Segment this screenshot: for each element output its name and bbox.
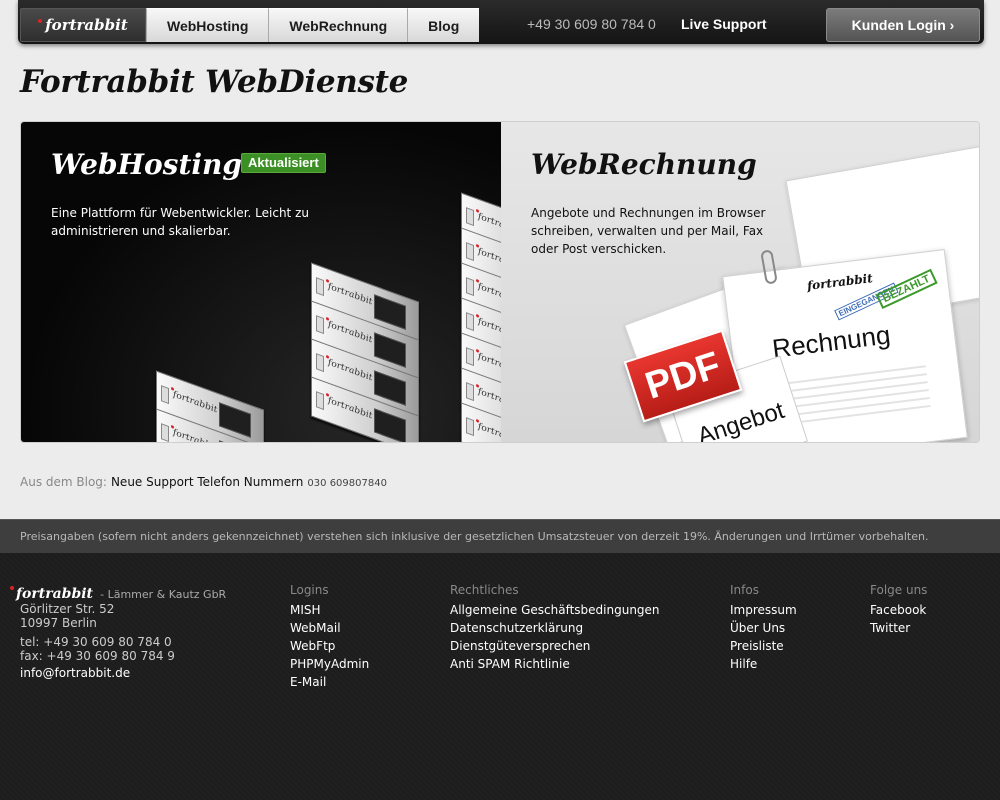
- logins-heading: Logins: [290, 583, 329, 597]
- facebook-link[interactable]: Facebook: [870, 601, 927, 619]
- logo-dot-icon: [10, 586, 14, 590]
- webrechnung-description: Angebote und Rechnungen im Browser schre…: [531, 206, 766, 256]
- invoice-logo: fortrabbit: [806, 271, 874, 294]
- tab-blog[interactable]: Blog: [407, 8, 480, 42]
- server-label: fortrabbit: [478, 351, 501, 378]
- webrechnung-panel[interactable]: WebRechnung Angebote und Rechnungen im B…: [501, 122, 979, 442]
- server-label: fortrabbit: [328, 319, 373, 346]
- login-webftp-link[interactable]: WebFtp: [290, 637, 369, 655]
- anti-spam-link[interactable]: Anti SPAM Richtlinie: [450, 655, 660, 673]
- server-label: fortrabbit: [328, 395, 373, 422]
- logo-text: fortrabbit: [45, 16, 128, 34]
- about-link[interactable]: Über Uns: [730, 619, 797, 637]
- privacy-link[interactable]: Datenschutzerklärung: [450, 619, 660, 637]
- footer-infos: Infos Impressum Über Uns Preisliste Hilf…: [730, 583, 797, 673]
- city: 10997 Berlin: [20, 616, 97, 630]
- invoice-word: Rechnung: [770, 319, 892, 364]
- help-link[interactable]: Hilfe: [730, 655, 797, 673]
- webrechnung-title: WebRechnung: [531, 148, 757, 181]
- twitter-link[interactable]: Twitter: [870, 619, 927, 637]
- social-heading: Folge uns: [870, 583, 928, 597]
- login-webmail-link[interactable]: WebMail: [290, 619, 369, 637]
- webhosting-title: WebHosting: [51, 148, 242, 181]
- server-label: fortrabbit: [478, 211, 501, 238]
- company-info: fortrabbit - Lämmer & Kautz GbR Görlitze…: [10, 583, 226, 680]
- footer-brand-text: fortrabbit: [16, 586, 94, 602]
- live-support-link[interactable]: Live Support: [681, 16, 767, 32]
- updated-badge: Aktualisiert: [241, 153, 326, 173]
- blog-phone-number: 030 609807840: [307, 478, 387, 489]
- tab-webhosting[interactable]: WebHosting: [146, 8, 269, 42]
- imprint-link[interactable]: Impressum: [730, 601, 797, 619]
- offer-word: Angebot: [694, 396, 788, 442]
- fax: fax: +49 30 609 80 784 9: [20, 649, 175, 663]
- price-list-link[interactable]: Preisliste: [730, 637, 797, 655]
- terms-link[interactable]: Allgemeine Geschäftsbedingungen: [450, 601, 660, 619]
- server-label: fortrabbit: [328, 357, 373, 384]
- webhosting-description: Eine Plattform für Webentwickler. Leicht…: [51, 206, 309, 238]
- login-phpmyadmin-link[interactable]: PHPMyAdmin: [290, 655, 369, 673]
- blog-teaser: Aus dem Blog: Neue Support Telefon Nummer…: [20, 475, 387, 489]
- server-label: fortrabbit: [478, 421, 501, 442]
- server-label: fortrabbit: [478, 246, 501, 273]
- login-email-link[interactable]: E-Mail: [290, 673, 369, 691]
- server-label: fortrabbit: [173, 389, 218, 416]
- price-note-bar: Preisangaben (sofern nicht anders gekenn…: [0, 519, 1000, 553]
- server-label: fortrabbit: [478, 281, 501, 308]
- price-note-text: Preisangaben (sofern nicht anders gekenn…: [20, 530, 929, 543]
- server-label: fortrabbit: [328, 281, 373, 308]
- paid-stamp: BEZAHLT: [875, 268, 938, 310]
- logo[interactable]: fortrabbit: [20, 8, 146, 42]
- top-navigation: fortrabbit WebHosting WebRechnung Blog +…: [18, 0, 984, 44]
- server-label: fortrabbit: [478, 386, 501, 413]
- footer: fortrabbit - Lämmer & Kautz GbR Görlitze…: [0, 553, 1000, 800]
- blog-prefix: Aus dem Blog:: [20, 475, 107, 489]
- webhosting-panel[interactable]: WebHosting Aktualisiert Eine Plattform f…: [21, 122, 501, 442]
- footer-logo: fortrabbit: [10, 586, 93, 602]
- footer-logins: Logins MISH WebMail WebFtp PHPMyAdmin E-…: [290, 583, 369, 691]
- footer-legal: Rechtliches Allgemeine Geschäftsbedingun…: [450, 583, 660, 673]
- email-link[interactable]: info@fortrabbit.de: [20, 666, 226, 680]
- tab-webrechnung[interactable]: WebRechnung: [268, 8, 408, 42]
- street: Görlitzer Str. 52: [20, 602, 115, 616]
- page-title: Fortrabbit WebDienste: [20, 64, 409, 100]
- server-label: fortrabbit: [173, 427, 218, 442]
- server-label: fortrabbit: [478, 316, 501, 343]
- infos-heading: Infos: [730, 583, 759, 597]
- customer-login-button[interactable]: Kunden Login ›: [826, 8, 980, 42]
- footer-social: Folge uns Facebook Twitter: [870, 583, 927, 637]
- phone: tel: +49 30 609 80 784 0: [20, 635, 172, 649]
- login-mish-link[interactable]: MISH: [290, 601, 369, 619]
- company-name: - Lämmer & Kautz GbR: [100, 588, 227, 601]
- support-phone: +49 30 609 80 784 0: [527, 16, 656, 32]
- nav-tabs: fortrabbit WebHosting WebRechnung Blog: [20, 8, 480, 42]
- legal-heading: Rechtliches: [450, 583, 519, 597]
- product-panels: WebHosting Aktualisiert Eine Plattform f…: [20, 121, 980, 443]
- blog-post-link[interactable]: Neue Support Telefon Nummern: [111, 475, 303, 489]
- logo-dot-icon: [38, 19, 43, 23]
- sla-link[interactable]: Dienstgüteversprechen: [450, 637, 660, 655]
